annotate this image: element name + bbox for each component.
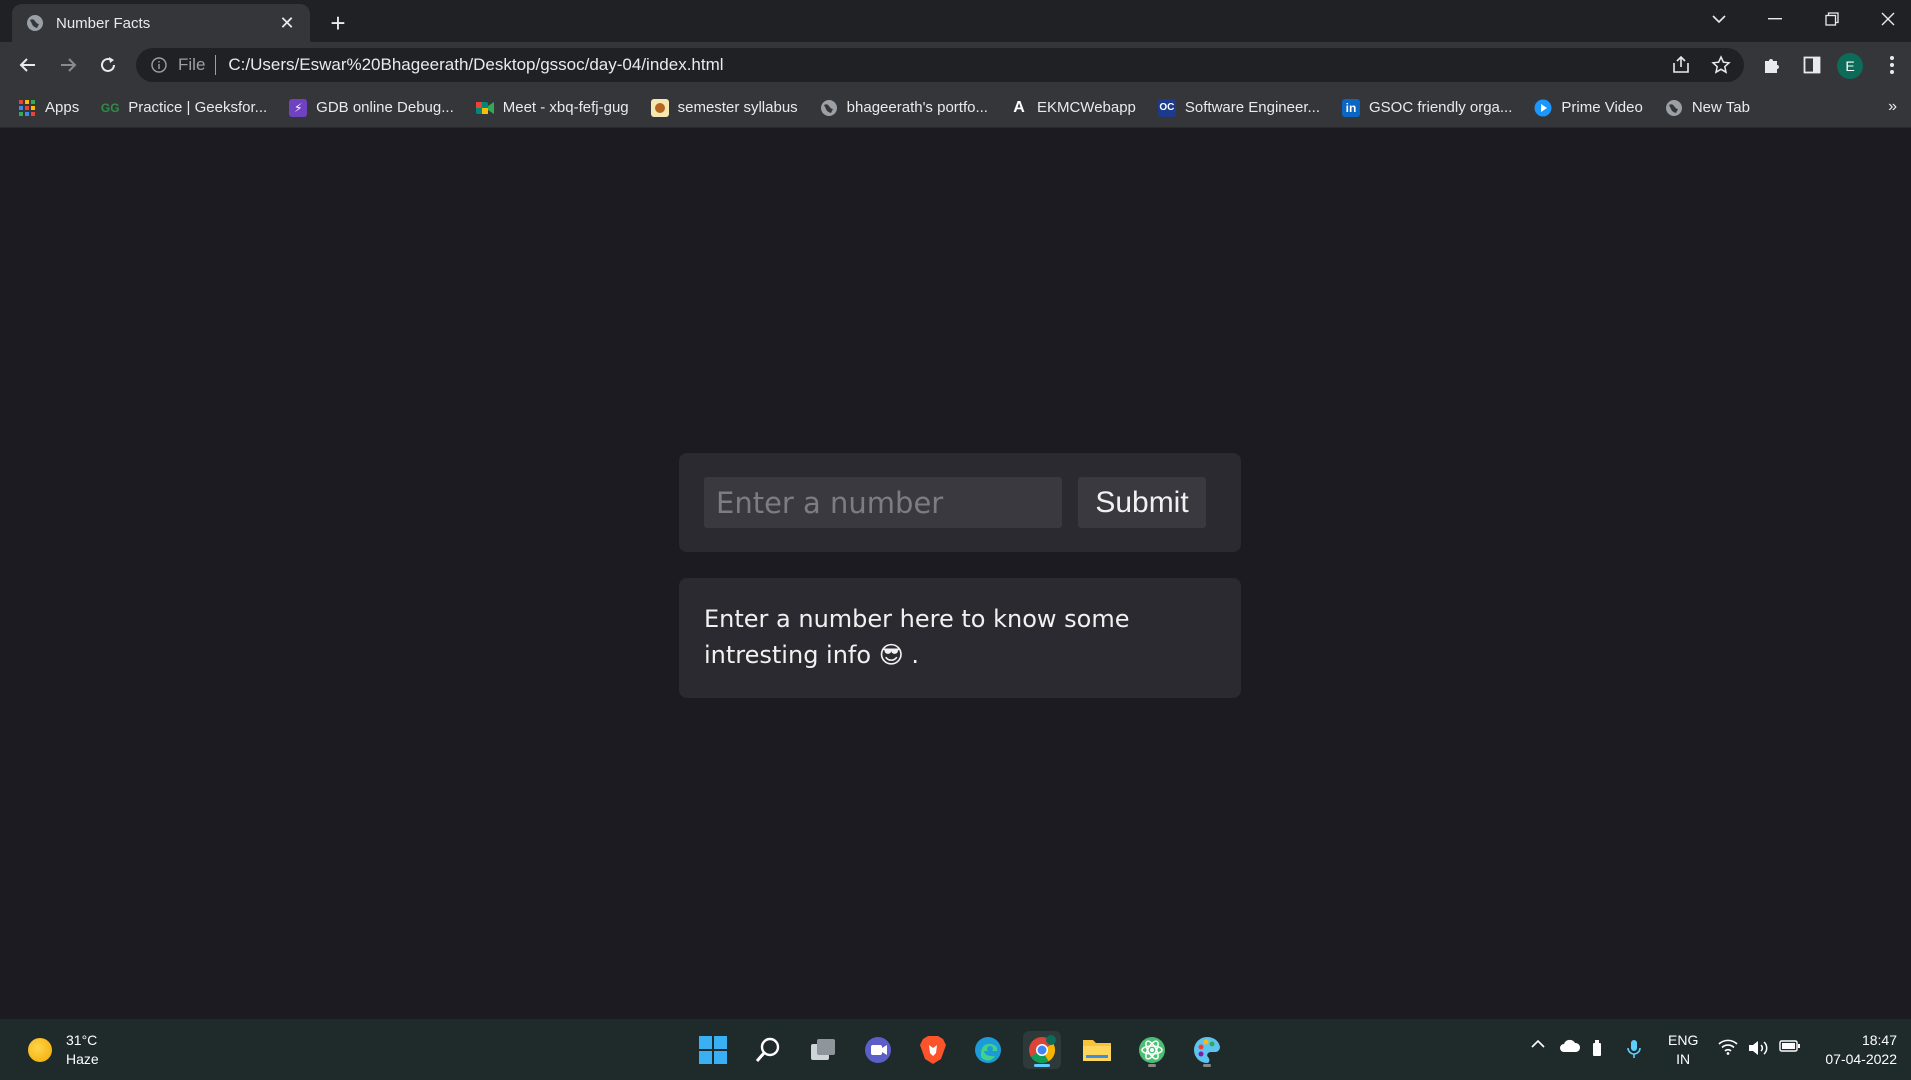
chevron-double-right-icon[interactable]: »	[1888, 98, 1897, 116]
bookmark-label: EKMCWebapp	[1036, 99, 1136, 116]
extensions-puzzle-icon[interactable]	[1756, 49, 1788, 81]
atom-editor-icon[interactable]	[1133, 1031, 1171, 1069]
a-logo-icon: A	[1013, 98, 1025, 116]
menu-kebab-icon[interactable]	[1876, 49, 1908, 81]
gfg-icon: GG	[100, 100, 120, 115]
windows-taskbar: 31°C Haze ENG IN 18:47 07-04-2022	[0, 1019, 1911, 1080]
bookmark-ekmcwebapp[interactable]: A EKMCWebapp	[1010, 99, 1136, 117]
weather-temperature: 31°C	[66, 1032, 98, 1048]
bookmark-label: GDB online Debug...	[316, 99, 454, 116]
side-panel-icon[interactable]	[1796, 49, 1828, 81]
number-form-card: Submit	[679, 453, 1241, 552]
bookmark-label: Software Engineer...	[1184, 99, 1320, 116]
wifi-icon[interactable]	[1718, 1039, 1738, 1055]
meet-icon	[475, 99, 494, 117]
info-card: Enter a number here to know some intrest…	[679, 578, 1241, 698]
browser-toolbar: File C:/Users/Eswar%20Bhageerath/Desktop…	[0, 42, 1911, 88]
address-bar[interactable]: File C:/Users/Eswar%20Bhageerath/Desktop…	[136, 48, 1744, 82]
onedrive-cloud-icon[interactable]	[1559, 1039, 1581, 1053]
bookmark-prime-video[interactable]: Prime Video	[1534, 99, 1643, 117]
number-input[interactable]	[704, 477, 1062, 528]
syllabus-icon	[650, 98, 669, 117]
bookmark-star-icon[interactable]	[1704, 48, 1738, 82]
bookmark-gdb[interactable]: ⚡ GDB online Debug...	[289, 98, 454, 117]
tab-strip: Number Facts ✕ +	[0, 0, 1911, 42]
oc-icon: OC	[1157, 98, 1176, 117]
tab-number-facts[interactable]: Number Facts ✕	[12, 4, 310, 42]
bookmark-label: Prime Video	[1561, 99, 1643, 116]
info-icon[interactable]	[150, 56, 168, 74]
globe-icon	[26, 14, 44, 32]
clock-time: 18:47	[1861, 1032, 1897, 1048]
active-indicator	[1034, 1064, 1050, 1067]
apps-grid-icon	[18, 99, 36, 117]
brave-browser-icon[interactable]	[914, 1031, 952, 1069]
edge-browser-icon[interactable]	[969, 1031, 1007, 1069]
bookmarks-bar: Apps GG Practice | Geeksfor... ⚡ GDB onl…	[0, 88, 1911, 128]
battery-charging-icon[interactable]	[1779, 1039, 1801, 1053]
share-icon[interactable]	[1664, 48, 1698, 82]
weather-widget[interactable]: 31°C Haze	[28, 1031, 99, 1069]
task-view-icon[interactable]	[804, 1031, 842, 1069]
search-icon[interactable]	[749, 1031, 787, 1069]
file-explorer-icon[interactable]	[1078, 1031, 1116, 1069]
bookmark-label: Apps	[45, 99, 80, 116]
paint-palette-icon[interactable]	[1188, 1031, 1226, 1069]
running-indicator	[1203, 1064, 1211, 1067]
globe-icon	[1665, 99, 1683, 117]
bookmark-new-tab[interactable]: New Tab	[1665, 99, 1750, 117]
prime-video-icon	[1534, 99, 1552, 117]
microphone-icon[interactable]	[1627, 1039, 1641, 1059]
bookmark-label: bhageerath's portfo...	[846, 99, 988, 116]
new-tab-icon[interactable]: +	[322, 7, 354, 39]
bookmark-semester-syllabus[interactable]: semester syllabus	[650, 98, 798, 117]
forward-arrow-icon[interactable]	[52, 49, 84, 81]
volume-icon[interactable]	[1748, 1039, 1770, 1057]
minimize-icon[interactable]	[1747, 0, 1803, 38]
sun-icon	[28, 1038, 52, 1062]
bookmark-apps[interactable]: Apps	[18, 99, 79, 117]
weather-condition: Haze	[66, 1051, 99, 1067]
close-window-icon[interactable]	[1860, 0, 1911, 38]
close-tab-icon[interactable]: ✕	[276, 12, 298, 34]
submit-button[interactable]: Submit	[1078, 477, 1206, 528]
language-indicator[interactable]: ENG IN	[1668, 1031, 1698, 1069]
bookmark-portfolio[interactable]: bhageerath's portfo...	[820, 99, 988, 117]
teams-chat-icon[interactable]	[859, 1031, 897, 1069]
bookmark-geeksforgeeks[interactable]: GG Practice | Geeksfor...	[101, 99, 267, 117]
system-clock[interactable]: 18:47 07-04-2022	[1825, 1031, 1897, 1069]
chevron-up-icon[interactable]	[1530, 1039, 1546, 1049]
gdb-icon: ⚡	[289, 98, 308, 117]
bookmark-label: GSOC friendly orga...	[1369, 99, 1513, 116]
address-separator	[215, 55, 217, 75]
linkedin-icon: in	[1342, 98, 1360, 117]
windows-start-icon[interactable]	[694, 1031, 732, 1069]
chrome-browser-icon[interactable]	[1023, 1031, 1061, 1069]
running-indicator	[1148, 1064, 1156, 1067]
back-arrow-icon[interactable]	[12, 49, 44, 81]
restore-icon[interactable]	[1804, 0, 1860, 38]
bookmark-label: Practice | Geeksfor...	[128, 99, 268, 116]
clock-date: 07-04-2022	[1825, 1051, 1897, 1067]
bookmark-label: semester syllabus	[677, 99, 798, 116]
region-code: IN	[1676, 1051, 1691, 1067]
bookmark-meet[interactable]: Meet - xbq-fefj-gug	[475, 99, 629, 117]
address-scheme: File	[178, 55, 206, 74]
globe-icon	[820, 99, 838, 117]
usb-device-icon[interactable]	[1592, 1039, 1602, 1057]
address-url[interactable]: C:/Users/Eswar%20Bhageerath/Desktop/gsso…	[228, 55, 1664, 75]
tab-title: Number Facts	[56, 14, 151, 32]
lang-code: ENG	[1668, 1032, 1699, 1048]
bookmark-gsoc[interactable]: in GSOC friendly orga...	[1342, 98, 1513, 117]
page-content: Submit Enter a number here to know some …	[0, 129, 1911, 1019]
bookmark-software-engineer[interactable]: OC Software Engineer...	[1157, 98, 1320, 117]
bookmark-label: New Tab	[1691, 99, 1750, 116]
tab-search-icon[interactable]	[1691, 0, 1747, 38]
profile-avatar[interactable]: E	[1837, 53, 1863, 79]
reload-icon[interactable]	[92, 49, 124, 81]
info-text: Enter a number here to know some intrest…	[704, 605, 1130, 669]
bookmark-label: Meet - xbq-fefj-gug	[502, 99, 629, 116]
